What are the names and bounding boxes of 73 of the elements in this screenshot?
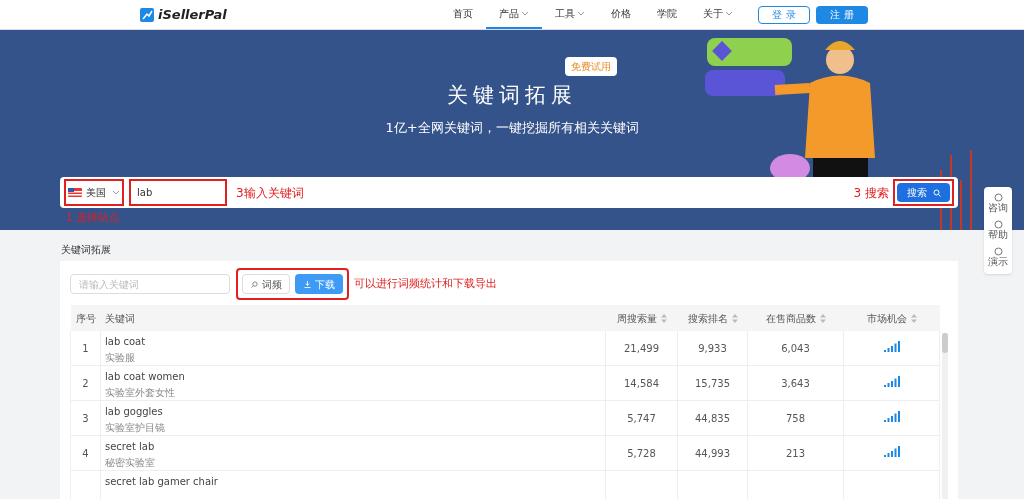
column-header[interactable]: 搜索排名 (687, 310, 738, 326)
keyword-translation: 实验服 (105, 351, 135, 365)
keyword-text: lab coat (105, 335, 146, 349)
download-icon (303, 280, 311, 288)
hero-subtitle: 1亿+全网关键词，一键挖掘所有相关关键词 (385, 118, 639, 137)
signal-bars-icon (883, 340, 900, 352)
table-cell: 9,933 (698, 342, 727, 354)
column-header[interactable]: 关键词 (104, 310, 135, 326)
logo-text: iSellerPal (158, 5, 227, 24)
side-widget-item[interactable]: 帮助 (988, 220, 1008, 241)
sort-icon (731, 313, 738, 323)
table-cell: 44,835 (695, 412, 730, 424)
nav-link[interactable]: 工具 (542, 0, 598, 29)
keyword-text: lab coat women (105, 370, 185, 384)
search-button[interactable]: 搜索 (897, 183, 950, 202)
signal-bars-icon (883, 445, 900, 457)
signal-bars-icon (883, 410, 900, 422)
section-title: 关键词拓展 (61, 243, 111, 257)
column-header[interactable]: 在售商品数 (765, 310, 826, 326)
login-button[interactable]: 登 录 (758, 5, 810, 24)
row-index: 1 (82, 342, 89, 354)
table-cell: 14,584 (624, 377, 659, 389)
row-index: 3 (82, 412, 89, 424)
table-cell: 15,735 (695, 377, 730, 389)
table-cell: 3,643 (781, 377, 810, 389)
keyword-translation: 秘密实验室 (105, 456, 155, 470)
column-header[interactable]: 序号 (75, 310, 96, 326)
annotation-text: 3 搜索 (853, 184, 889, 202)
sort-icon (660, 313, 667, 323)
nav-link[interactable]: 价格 (598, 0, 644, 29)
signal-bars-icon (883, 375, 900, 387)
keyword-text: secret lab gamer chair (105, 475, 218, 489)
keyword-translation: 实验室外套女性 (105, 386, 175, 400)
side-widget-item[interactable]: 演示 (988, 247, 1008, 268)
row-index: 2 (82, 377, 89, 389)
scrollbar-thumb[interactable] (942, 333, 948, 353)
table-cell: 21,499 (624, 342, 659, 354)
side-widget-item[interactable]: 咨询 (988, 193, 1008, 214)
chevron-down-icon (725, 11, 733, 16)
nav-link[interactable]: 学院 (644, 0, 690, 29)
table-cell: 44,993 (695, 447, 730, 459)
nav-link[interactable]: 关于 (690, 0, 746, 29)
keyword-input-field[interactable]: lab (129, 179, 227, 206)
logo-icon (140, 7, 154, 22)
search-icon (932, 188, 941, 197)
chevron-down-icon (112, 190, 120, 195)
column-header[interactable]: 市场机会 (866, 310, 917, 326)
table-cell: 5,747 (627, 412, 656, 424)
free-trial-badge: 免费试用 (565, 57, 617, 76)
table-cell: 6,043 (781, 342, 810, 354)
search-icon (250, 280, 258, 288)
sort-icon (819, 313, 826, 323)
flag-icon (68, 188, 82, 197)
sort-icon (910, 313, 917, 323)
annotation-text: 1 选择站点 (66, 210, 121, 226)
register-button[interactable]: 注 册 (816, 5, 868, 24)
table-cell: 758 (785, 412, 806, 424)
row-index: 4 (82, 447, 89, 459)
hero-title: 关键词拓展 (447, 82, 577, 109)
nav-link[interactable]: 首页 (440, 0, 486, 29)
filter-input-field[interactable]: 请输入关键词 (70, 274, 230, 294)
country-select[interactable]: 美国 (64, 179, 124, 206)
annotation-text: 3输入关键词 (236, 184, 304, 202)
chevron-down-icon (577, 11, 585, 16)
column-header[interactable]: 周搜索量 (616, 310, 667, 326)
table-cell: 5,728 (627, 447, 656, 459)
keyword-text: lab goggles (105, 405, 163, 419)
chevron-down-icon (521, 11, 529, 16)
keyword-text: secret lab (105, 440, 155, 454)
keyword-translation: 实验室护目镜 (105, 421, 165, 435)
annotation-text: 可以进行词频统计和下载导出 (354, 275, 497, 292)
table-cell: 213 (785, 447, 806, 459)
word-frequency-button[interactable]: 词频 (242, 274, 290, 294)
